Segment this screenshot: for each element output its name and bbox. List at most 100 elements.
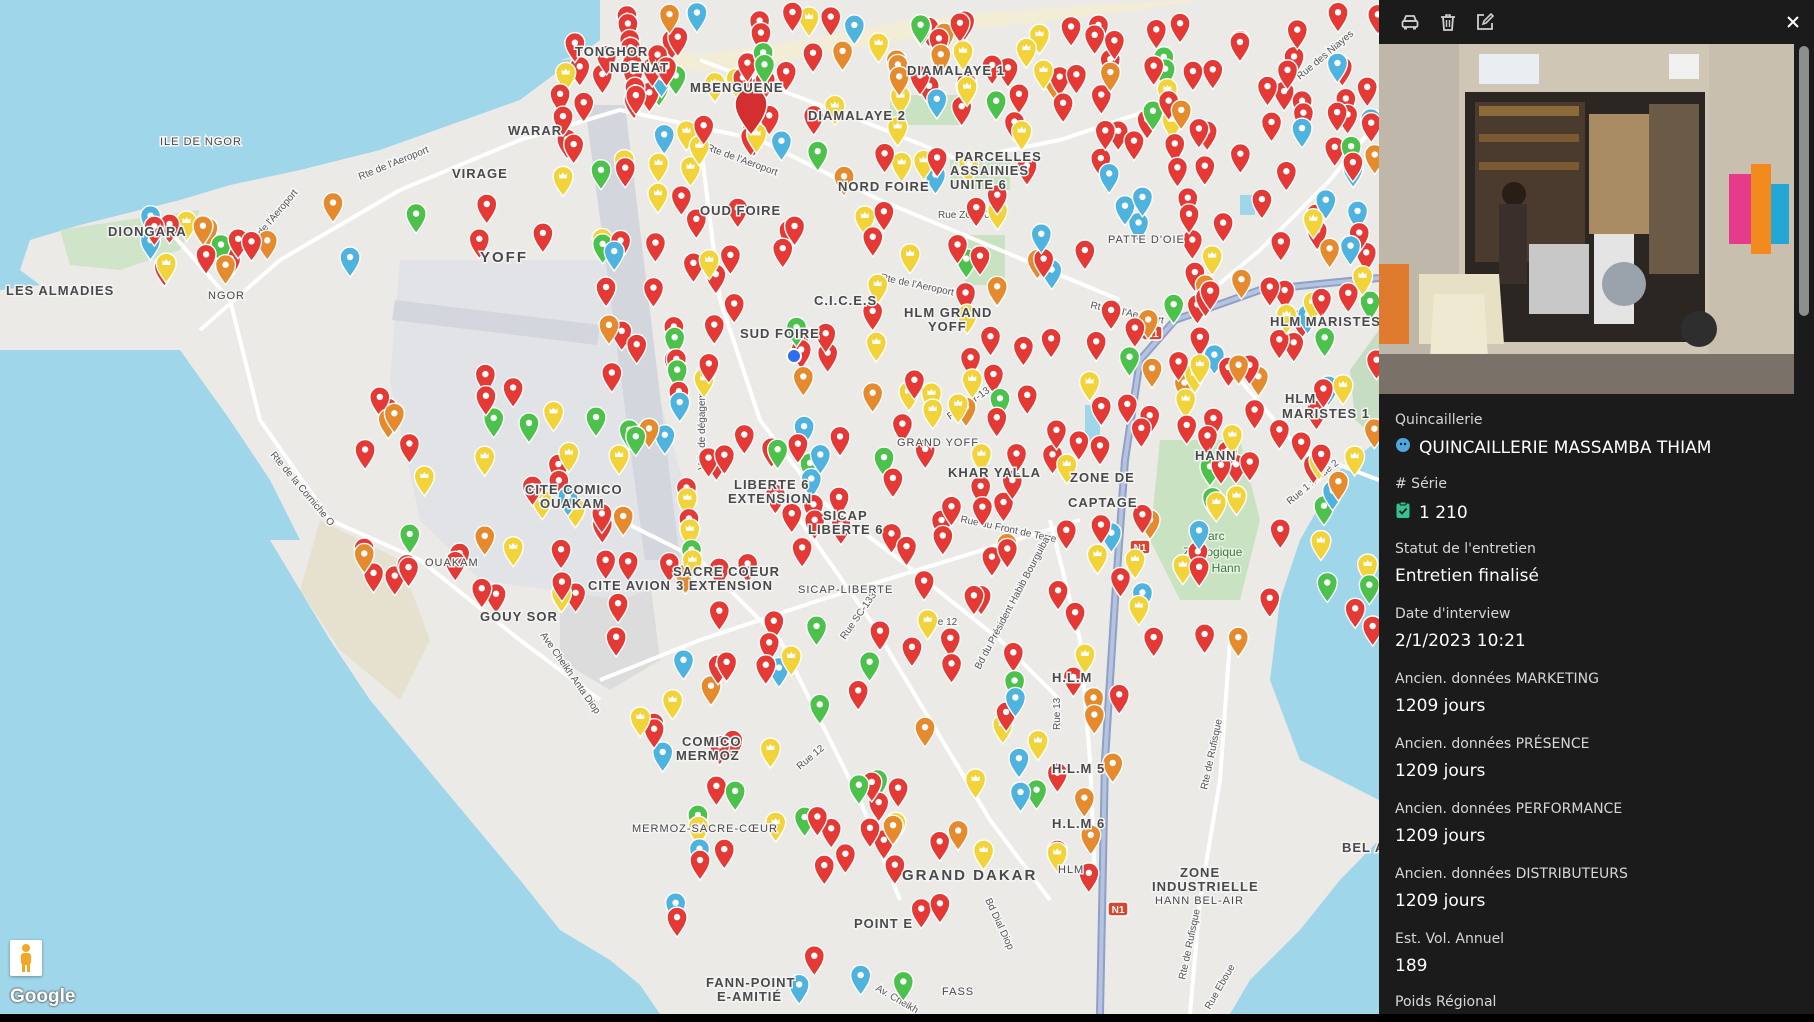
place-label: ILE DE NGOR bbox=[160, 136, 242, 148]
edit-icon[interactable] bbox=[1475, 12, 1495, 32]
place-label: DIONGARA bbox=[108, 224, 187, 239]
current-location-dot bbox=[786, 348, 802, 364]
highway-badge-label: N1 bbox=[1112, 905, 1125, 916]
detail-field-value-row: Entretien finalisé bbox=[1395, 566, 1539, 586]
place-label: VIRAGE bbox=[452, 166, 508, 181]
place-label: MARISTES 1 bbox=[1282, 406, 1370, 421]
dot-icon bbox=[1395, 437, 1411, 458]
detail-field-label: Ancien. données PERFORMANCE bbox=[1395, 801, 1623, 817]
place-label: COMICO bbox=[682, 734, 741, 749]
highway-badge: N1 bbox=[1107, 901, 1129, 917]
place-label: OUD FOIRE bbox=[700, 203, 781, 218]
place-label: 3 EXTENSION bbox=[676, 578, 773, 593]
panel-scrollbar[interactable] bbox=[1799, 46, 1809, 316]
detail-field-value-row: 189 bbox=[1395, 956, 1504, 976]
place-label: HANN bbox=[1195, 448, 1237, 463]
place-label: ZONE bbox=[1180, 865, 1220, 880]
place-label: GOUY SOR bbox=[480, 609, 558, 624]
detail-field-value: Entretien finalisé bbox=[1395, 566, 1539, 586]
place-label: KHAR YALLA bbox=[948, 465, 1041, 480]
detail-field: # Série 1 210 bbox=[1395, 476, 1468, 524]
detail-field-label: Ancien. données MARKETING bbox=[1395, 671, 1600, 687]
detail-field-value: 1209 jours bbox=[1395, 891, 1486, 911]
car-icon[interactable] bbox=[1400, 12, 1420, 32]
place-label: ASSAINIES bbox=[950, 163, 1029, 178]
place-label: FANN-POINT bbox=[706, 975, 795, 990]
detail-field: Ancien. données DISTRIBUTEURS 1209 jours bbox=[1395, 866, 1628, 911]
place-label: HLM MARISTES bbox=[1270, 314, 1379, 329]
detail-field-label: # Série bbox=[1395, 476, 1447, 492]
detail-field-label: Est. Vol. Annuel bbox=[1395, 931, 1505, 947]
detail-field-value-row: QUINCAILLERIE MASSAMBA THIAM bbox=[1395, 437, 1711, 458]
shop-photo bbox=[1379, 44, 1794, 394]
place-label: BEL AIR bbox=[1342, 840, 1379, 855]
map-view[interactable]: Rte de l'Aeroport Rte de l'Aeroport Rte de… bbox=[0, 0, 1379, 1014]
place-label: GRAND YOFF bbox=[897, 437, 979, 449]
clipboard-check-icon bbox=[1395, 501, 1411, 524]
place-label: TONGHOR bbox=[575, 44, 648, 59]
place-label: LES ALMADIES bbox=[6, 283, 114, 298]
place-label: E-AMITIÉ bbox=[717, 989, 782, 1004]
place-label: OUAKAM bbox=[540, 496, 605, 511]
place-label: DIAMALAYE 1 bbox=[907, 63, 1005, 78]
bottom-edge bbox=[0, 1014, 1814, 1022]
place-label: SICAP-LIBERTE bbox=[798, 584, 893, 596]
place-label: NORD FOIRE bbox=[838, 179, 930, 194]
place-label: SUD FOIRE bbox=[740, 326, 820, 341]
detail-field: Quincaillerie QUINCAILLERIE MASSAMBA THIA… bbox=[1395, 412, 1711, 458]
place-label: PARCELLES bbox=[955, 149, 1042, 164]
detail-field-value-row: 2/1/2023 10:21 bbox=[1395, 631, 1526, 651]
google-logo: Google bbox=[10, 986, 76, 1007]
place-label: MERMOZ bbox=[676, 748, 740, 763]
place-label: DIAMALAYE 2 bbox=[808, 108, 906, 123]
place-label: YOFF bbox=[928, 319, 967, 334]
place-label: POINT E bbox=[854, 916, 913, 931]
detail-field-value-row: 1209 jours bbox=[1395, 696, 1599, 716]
detail-field-value: 1 210 bbox=[1419, 502, 1468, 523]
detail-field-value: QUINCAILLERIE MASSAMBA THIAM bbox=[1419, 437, 1712, 458]
place-label: SICAP bbox=[823, 508, 868, 523]
detail-field-label: Ancien. données DISTRIBUTEURS bbox=[1395, 866, 1628, 882]
place-label: CITE AVION bbox=[588, 578, 671, 593]
place-label: LIBERTE 6 bbox=[808, 522, 883, 537]
map-canvas[interactable]: Rte de l'AeroportRte de l'AeroportRte de… bbox=[0, 0, 1379, 1014]
detail-field-value: 1209 jours bbox=[1395, 826, 1486, 846]
detail-field: Ancien. données PRÉSENCE 1209 jours bbox=[1395, 736, 1589, 781]
place-label: H.L.M 6 bbox=[1052, 816, 1105, 831]
detail-field-value: 2/1/2023 10:21 bbox=[1395, 631, 1526, 651]
place-label: YOFF bbox=[480, 249, 528, 266]
place-label: H.L.M 5 bbox=[1052, 761, 1105, 776]
close-icon[interactable] bbox=[1783, 12, 1803, 32]
place-label: CAPTAGE bbox=[1068, 495, 1138, 510]
place-label: MERMOZ-SACRE-CŒUR bbox=[632, 823, 778, 835]
place-label: NGOR bbox=[208, 290, 245, 302]
place-label: CITE COMICO bbox=[525, 482, 623, 497]
place-label: INDUSTRIELLE bbox=[1152, 879, 1259, 894]
detail-field-value-row: 1209 jours bbox=[1395, 761, 1589, 781]
road-label: Rue 13 bbox=[1052, 697, 1063, 730]
detail-field-label: Date d'interview bbox=[1395, 606, 1511, 622]
panel-toolbar bbox=[1379, 0, 1814, 44]
place-label: H.L.M bbox=[1052, 670, 1092, 685]
place-label: PATTE D'OIE bbox=[1108, 234, 1185, 246]
street-view-pegman[interactable] bbox=[10, 940, 42, 976]
detail-field: Ancien. données MARKETING 1209 jours bbox=[1395, 671, 1599, 716]
detail-field: Ancien. données PERFORMANCE 1209 jours bbox=[1395, 801, 1622, 846]
place-label: C.I.C.E.S bbox=[814, 293, 877, 308]
detail-field-value: 189 bbox=[1395, 956, 1428, 976]
detail-field-label: Ancien. données PRÉSENCE bbox=[1395, 736, 1590, 752]
pegman-icon bbox=[21, 944, 31, 972]
place-label: FASS bbox=[942, 986, 974, 998]
place-label: HLM bbox=[1058, 864, 1084, 876]
detail-field-label: Poids Régional bbox=[1395, 994, 1497, 1010]
detail-field-value: 1209 jours bbox=[1395, 761, 1486, 781]
trash-icon[interactable] bbox=[1438, 12, 1458, 32]
place-label: GRAND DAKAR bbox=[902, 867, 1037, 884]
place-label: NDENAT bbox=[610, 60, 669, 75]
detail-field: Est. Vol. Annuel 189 bbox=[1395, 931, 1504, 976]
detail-field-value-row: 1209 jours bbox=[1395, 891, 1628, 911]
place-label: ZONE DE bbox=[1070, 470, 1135, 485]
place-label: HLM GRAND bbox=[904, 305, 992, 320]
detail-field: Date d'interview 2/1/2023 10:21 bbox=[1395, 606, 1526, 651]
place-label: UNITE 6 bbox=[950, 177, 1007, 192]
